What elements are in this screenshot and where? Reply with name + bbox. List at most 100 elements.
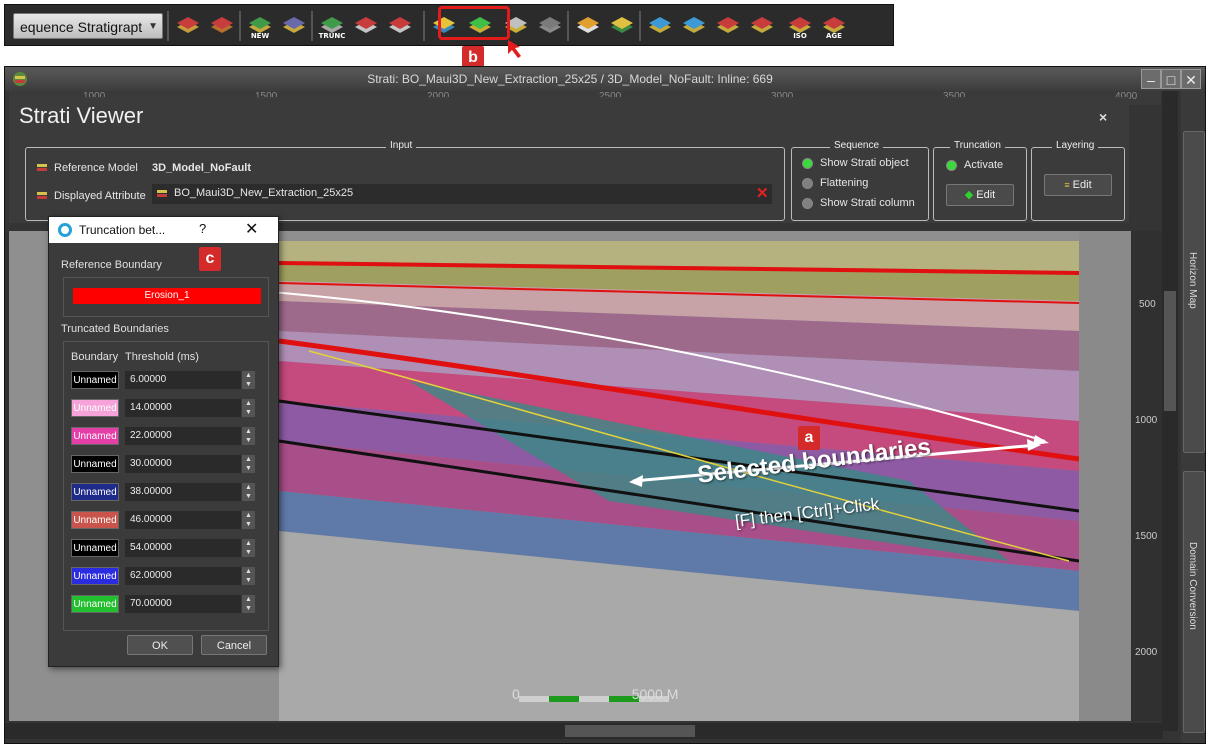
truncation-edit-button[interactable]: ◆ Edit xyxy=(946,184,1014,206)
toolbar-button-17[interactable] xyxy=(747,11,777,41)
show-strati-object-radio[interactable] xyxy=(802,158,813,169)
layer-stack-3-icon xyxy=(717,17,739,33)
scale-left-label: 0 xyxy=(512,686,520,702)
help-button[interactable]: ? xyxy=(199,221,206,236)
highlight-box-b xyxy=(438,6,510,40)
toolbar-button-11[interactable] xyxy=(535,11,565,41)
show-strati-column-radio[interactable] xyxy=(802,198,813,209)
push-up-icon xyxy=(355,17,377,33)
tab-horizon-map[interactable]: Horizon Map xyxy=(1183,131,1205,453)
toolbar-button-7[interactable] xyxy=(385,11,415,41)
layering-edit-icon: ≡ xyxy=(1064,180,1070,190)
toolbar-button-6[interactable] xyxy=(351,11,381,41)
reference-boundary-label: Reference Boundary xyxy=(61,259,162,271)
sequence-option-label: Show Strati object xyxy=(820,157,909,169)
reference-boundary-field[interactable]: Erosion_1 xyxy=(73,288,261,304)
threshold-input[interactable]: 14.00000 xyxy=(125,399,241,417)
toolbar-button-2[interactable] xyxy=(207,11,237,41)
ref-model-value: 3D_Model_NoFault xyxy=(152,162,252,174)
layering-group: Layering ≡ Edit xyxy=(1031,140,1125,221)
toolbar-button-14[interactable] xyxy=(645,11,675,41)
scale-bar: 0 5000 M xyxy=(512,686,678,702)
ok-button[interactable]: OK xyxy=(127,635,193,655)
tab-domain-conversion[interactable]: Domain Conversion xyxy=(1183,471,1205,733)
threshold-spinner[interactable]: ▲ ▼ xyxy=(242,539,255,557)
threshold-input[interactable]: 70.00000 xyxy=(125,595,241,613)
toolbar-button-18[interactable]: ISO xyxy=(785,11,815,41)
toolbar-button-19[interactable]: AGE xyxy=(819,11,849,41)
threshold-input[interactable]: 62.00000 xyxy=(125,567,241,585)
threshold-spinner[interactable]: ▲ ▼ xyxy=(242,427,255,445)
close-button[interactable]: ✕ xyxy=(1181,69,1201,89)
truncated-boundaries-label: Truncated Boundaries xyxy=(61,323,169,335)
pointer-arrow-icon xyxy=(508,40,521,58)
push-down-icon xyxy=(389,17,411,33)
toolbar-button-1[interactable] xyxy=(173,11,203,41)
dialog-close-button[interactable]: ✕ xyxy=(245,219,258,239)
boundary-name-cell: Unnamed xyxy=(71,483,119,501)
threshold-spinner[interactable]: ▲ ▼ xyxy=(242,483,255,501)
boundary-name-cell: Unnamed xyxy=(71,595,119,613)
threshold-input[interactable]: 6.00000 xyxy=(125,371,241,389)
boundary-name-cell: Unnamed xyxy=(71,539,119,557)
displayed-attr-field[interactable]: BO_Maui3D_New_Extraction_25x25 ✕ xyxy=(152,184,772,204)
truncation-activate-radio[interactable] xyxy=(946,160,957,171)
toolbar-separator xyxy=(311,11,313,41)
threshold-spinner[interactable]: ▲ ▼ xyxy=(242,567,255,585)
threshold-spinner[interactable]: ▲ ▼ xyxy=(242,595,255,613)
viewer-close-button[interactable]: × xyxy=(1099,109,1107,125)
cancel-button[interactable]: Cancel xyxy=(201,635,267,655)
model-icon xyxy=(37,164,47,171)
y-tick-label: 500 xyxy=(1139,299,1156,310)
boundary-name-cell: Unnamed xyxy=(71,567,119,585)
sequence-combo-value: equence Stratigrapt xyxy=(20,19,143,35)
toolbar-button-5[interactable]: TRUNC xyxy=(317,11,347,41)
boundary-name-cell: Unnamed xyxy=(71,399,119,417)
y-tick-label: 2000 xyxy=(1135,647,1158,658)
truncation-edit-icon: ◆ xyxy=(964,189,974,201)
toolbar-separator xyxy=(423,11,425,41)
vertical-scrollbar[interactable] xyxy=(1162,91,1178,731)
toolbar-separator xyxy=(239,11,241,41)
threshold-spinner[interactable]: ▲ ▼ xyxy=(242,455,255,473)
layering-edit-button[interactable]: ≡ Edit xyxy=(1044,174,1112,196)
layering-edit-label: Edit xyxy=(1072,179,1092,191)
toolbar-button-12[interactable] xyxy=(573,11,603,41)
maximize-button[interactable]: □ xyxy=(1161,69,1181,89)
clear-attribute-icon[interactable]: ✕ xyxy=(756,184,769,202)
boundary-name-cell: Unnamed xyxy=(71,371,119,389)
toolbar-button-4[interactable] xyxy=(279,11,309,41)
minimize-button[interactable]: – xyxy=(1141,69,1161,89)
threshold-input[interactable]: 54.00000 xyxy=(125,539,241,557)
displayed-attr-label: Displayed Attribute xyxy=(54,190,146,202)
truncation-edit-label: Edit xyxy=(976,189,996,201)
threshold-input[interactable]: 38.00000 xyxy=(125,483,241,501)
threshold-spinner[interactable]: ▲ ▼ xyxy=(242,371,255,389)
toolbar-button-13[interactable] xyxy=(607,11,637,41)
chevron-down-icon: ▼ xyxy=(148,21,158,32)
threshold-spinner[interactable]: ▲ ▼ xyxy=(242,511,255,529)
horizontal-scroll-thumb[interactable] xyxy=(565,725,695,737)
threshold-input[interactable]: 30.00000 xyxy=(125,455,241,473)
toolbar-button-label: ISO xyxy=(793,32,807,40)
propagate-disabled-icon xyxy=(539,17,561,33)
threshold-spinner[interactable]: ▲ ▼ xyxy=(242,399,255,417)
redo-arrow-icon xyxy=(611,17,633,33)
vertical-scroll-thumb[interactable] xyxy=(1164,291,1176,411)
threshold-input[interactable]: 46.00000 xyxy=(125,511,241,529)
truncation-activate-label: Activate xyxy=(964,159,1004,171)
toolbar-button-16[interactable] xyxy=(713,11,743,41)
toolbar-button-3[interactable]: NEW xyxy=(245,11,275,41)
toolbar-button-15[interactable] xyxy=(679,11,709,41)
horizontal-scrollbar[interactable] xyxy=(5,723,1163,739)
strati-viewer-panel: Strati Viewer × Input Reference Model 3D… xyxy=(9,97,1129,223)
truncation-group: Truncation Activate ◆ Edit xyxy=(933,140,1027,221)
sequence-combo[interactable]: equence Stratigrapt ▼ xyxy=(13,13,163,39)
attribute-icon xyxy=(37,192,47,199)
toolbar-separator xyxy=(567,11,569,41)
boundary-name-cell: Unnamed xyxy=(71,511,119,529)
flattening-radio[interactable] xyxy=(802,178,813,189)
toolbar-separator xyxy=(167,11,169,41)
threshold-input[interactable]: 22.00000 xyxy=(125,427,241,445)
input-group: Input Reference Model 3D_Model_NoFault D… xyxy=(25,140,785,221)
